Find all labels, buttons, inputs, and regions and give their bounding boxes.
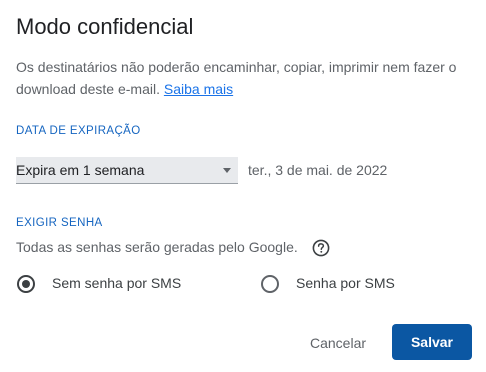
radio-no-sms-label: Sem senha por SMS [52, 275, 182, 291]
expiration-selected-value: Expira em 1 semana [16, 162, 145, 178]
description-text: Os destinatários não poderão encaminhar,… [16, 59, 457, 97]
save-button[interactable]: Salvar [392, 324, 472, 360]
radio-sms[interactable] [261, 275, 279, 293]
dialog-title: Modo confidencial [16, 14, 194, 39]
expiration-section-label: DATA DE EXPIRAÇÃO [16, 125, 141, 137]
password-section-label: EXIGIR SENHA [16, 217, 103, 229]
expiration-select[interactable]: Expira em 1 semana [16, 157, 238, 184]
dialog-description: Os destinatários não poderão encaminhar,… [16, 56, 478, 100]
radio-sms-label: Senha por SMS [296, 275, 395, 291]
learn-more-link[interactable]: Saiba mais [164, 81, 233, 97]
password-description: Todas as senhas serão geradas pelo Googl… [16, 239, 298, 255]
help-circle-icon[interactable] [312, 239, 330, 257]
confidential-mode-dialog: Modo confidencial Os destinatários não p… [0, 0, 486, 372]
radio-selected-dot [22, 280, 30, 288]
expiration-date: ter., 3 de mai. de 2022 [248, 162, 388, 178]
cancel-button[interactable]: Cancelar [296, 326, 380, 360]
radio-no-sms[interactable] [17, 275, 35, 293]
dropdown-arrow-icon [223, 168, 231, 173]
